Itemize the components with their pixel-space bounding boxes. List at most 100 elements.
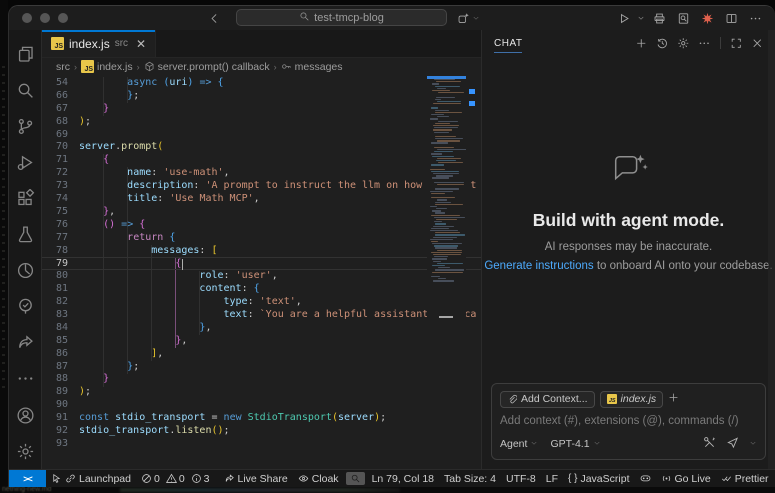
chat-settings-button[interactable]	[674, 34, 693, 53]
activity-bar-item-pie[interactable]	[9, 252, 42, 288]
code-line-85[interactable]: 85 },	[42, 335, 481, 348]
minimize-window-button[interactable]	[40, 13, 50, 23]
activity-bar-item-search[interactable]	[9, 72, 42, 108]
line-number: 91	[42, 412, 68, 425]
activity-bar-item-explorer[interactable]	[9, 36, 42, 72]
statusbar-prettier[interactable]: Prettier	[716, 470, 774, 487]
statusbar-encoding[interactable]: UTF-8	[501, 470, 541, 487]
code-line-93[interactable]: 93	[42, 438, 481, 451]
activity-bar-item-more[interactable]	[9, 360, 42, 396]
statusbar-tab-size[interactable]: Tab Size: 4	[439, 470, 501, 487]
breadcrumb-item-3[interactable]: server.prompt() callback	[144, 61, 270, 73]
code-line-86[interactable]: 86 ],	[42, 348, 481, 361]
print-button[interactable]	[649, 9, 669, 27]
printer-icon	[653, 12, 666, 25]
activity-bar-item-extensions[interactable]	[9, 180, 42, 216]
chat-input-box[interactable]: Add Context... JS index.js Add context (…	[491, 383, 766, 460]
tools-button[interactable]	[703, 436, 716, 452]
activity-bar-item-settings[interactable]	[9, 433, 42, 469]
javascript-file-icon: JS	[607, 394, 617, 404]
statusbar-cursor-position[interactable]: Ln 79, Col 18	[367, 470, 439, 487]
code-line-71[interactable]: 71 {	[42, 154, 481, 167]
navigate-back-button[interactable]	[205, 9, 223, 27]
chat-input-placeholder[interactable]: Add context (#), extensions (@), command…	[500, 415, 757, 427]
statusbar-language[interactable]: { }JavaScript	[563, 470, 635, 487]
model-selector[interactable]: GPT-4.1	[550, 438, 600, 450]
code-line-81[interactable]: 81 content: {	[42, 283, 481, 296]
code-line-87[interactable]: 87 };	[42, 361, 481, 374]
activity-bar-item-source-control[interactable]	[9, 108, 42, 144]
code-line-72[interactable]: 72 name: 'use-math',	[42, 167, 481, 180]
code-line-66[interactable]: 66 };	[42, 90, 481, 103]
activity-bar-item-account[interactable]	[9, 397, 42, 433]
context-file-chip[interactable]: JS index.js	[600, 391, 664, 408]
code-line-77[interactable]: 77 return {	[42, 232, 481, 245]
tab-index-js[interactable]: JS index.js src ✕	[42, 30, 156, 57]
code-line-74[interactable]: 74 title: 'Use Math MCP',	[42, 193, 481, 206]
code-line-91[interactable]: 91const stdio_transport = new StdioTrans…	[42, 412, 481, 425]
statusbar-cloak[interactable]: Cloak	[293, 470, 344, 487]
activity-bar-item-share[interactable]	[9, 324, 42, 360]
statusbar-remote-button[interactable]: ><	[9, 470, 46, 487]
code-line-82[interactable]: 82 type: 'text',	[42, 296, 481, 309]
code-line-84[interactable]: 84 },	[42, 322, 481, 335]
statusbar-eol[interactable]: LF	[541, 470, 563, 487]
code-line-88[interactable]: 88 }	[42, 373, 481, 386]
activity-bar-item-tree-check[interactable]	[9, 288, 42, 324]
extension-burst-button[interactable]	[697, 9, 717, 27]
chat-close-button[interactable]	[748, 34, 767, 53]
more-actions-button[interactable]	[745, 9, 765, 27]
copilot-menu-button[interactable]	[454, 9, 480, 27]
search-editor-button[interactable]	[673, 9, 693, 27]
close-window-button[interactable]	[22, 13, 32, 23]
statusbar-copilot[interactable]	[635, 470, 656, 487]
chat-maximize-button[interactable]	[727, 34, 746, 53]
statusbar-launchpad[interactable]: Launchpad	[46, 470, 136, 487]
generate-instructions-link[interactable]: Generate instructions	[484, 260, 593, 272]
code-line-69[interactable]: 69	[42, 129, 481, 142]
command-center-search[interactable]: test-tmcp-blog	[236, 9, 447, 26]
code-line-89[interactable]: 89);	[42, 386, 481, 399]
minimap[interactable]	[427, 75, 466, 469]
code-line-90[interactable]: 90	[42, 399, 481, 412]
code-line-76[interactable]: 76 () => {	[42, 219, 481, 232]
tab-chat[interactable]: CHAT	[494, 33, 522, 53]
code-line-78[interactable]: 78 messages: [	[42, 245, 481, 258]
code-line-83[interactable]: 83 text: `You are a helpful assistant th…	[42, 309, 481, 322]
new-chat-button[interactable]	[632, 34, 651, 53]
breadcrumb-item-2[interactable]: JSindex.js	[81, 60, 133, 73]
breadcrumb-item-1[interactable]: src	[56, 61, 70, 73]
code-line-79[interactable]: 79 {	[42, 257, 481, 270]
run-button[interactable]	[613, 9, 633, 27]
add-file-button[interactable]	[668, 390, 679, 408]
code-line-92[interactable]: 92stdio_transport.listen();	[42, 425, 481, 438]
statusbar-problems[interactable]: 003	[136, 470, 219, 487]
code-line-73[interactable]: 73 description: 'A prompt to instruct th…	[42, 180, 481, 193]
code-line-75[interactable]: 75 },	[42, 206, 481, 219]
mode-selector[interactable]: Agent	[500, 438, 538, 450]
screen: nething-new.md test-tmcp-blog	[0, 0, 775, 493]
code-editor[interactable]: 54 async (uri) => {66 };67 }68);6970serv…	[42, 75, 481, 469]
code-line-67[interactable]: 67 }	[42, 103, 481, 116]
code-line-54[interactable]: 54 async (uri) => {	[42, 77, 481, 90]
activity-bar-item-testing[interactable]	[9, 216, 42, 252]
share-icon	[16, 333, 35, 352]
chat-scrollbar[interactable]	[768, 30, 775, 469]
zoom-window-button[interactable]	[58, 13, 68, 23]
split-icon	[725, 12, 738, 25]
search-doc-icon	[677, 12, 690, 25]
statusbar-go-live[interactable]: Go Live	[656, 470, 716, 487]
statusbar-zoom[interactable]	[346, 472, 365, 485]
chat-history-button[interactable]	[653, 34, 672, 53]
close-tab-icon[interactable]: ✕	[136, 37, 146, 51]
activity-bar-item-run-and-debug[interactable]	[9, 144, 42, 180]
code-line-68[interactable]: 68);	[42, 116, 481, 129]
breadcrumb-item-4[interactable]: messages	[281, 61, 343, 73]
chat-more-button[interactable]	[695, 34, 714, 53]
code-line-70[interactable]: 70server.prompt(	[42, 141, 481, 154]
send-button[interactable]	[726, 436, 739, 452]
split-editor-button[interactable]	[721, 9, 741, 27]
statusbar-live-share[interactable]: Live Share	[219, 470, 293, 487]
add-context-button[interactable]: Add Context...	[500, 391, 595, 408]
code-line-80[interactable]: 80 role: 'user',	[42, 270, 481, 283]
